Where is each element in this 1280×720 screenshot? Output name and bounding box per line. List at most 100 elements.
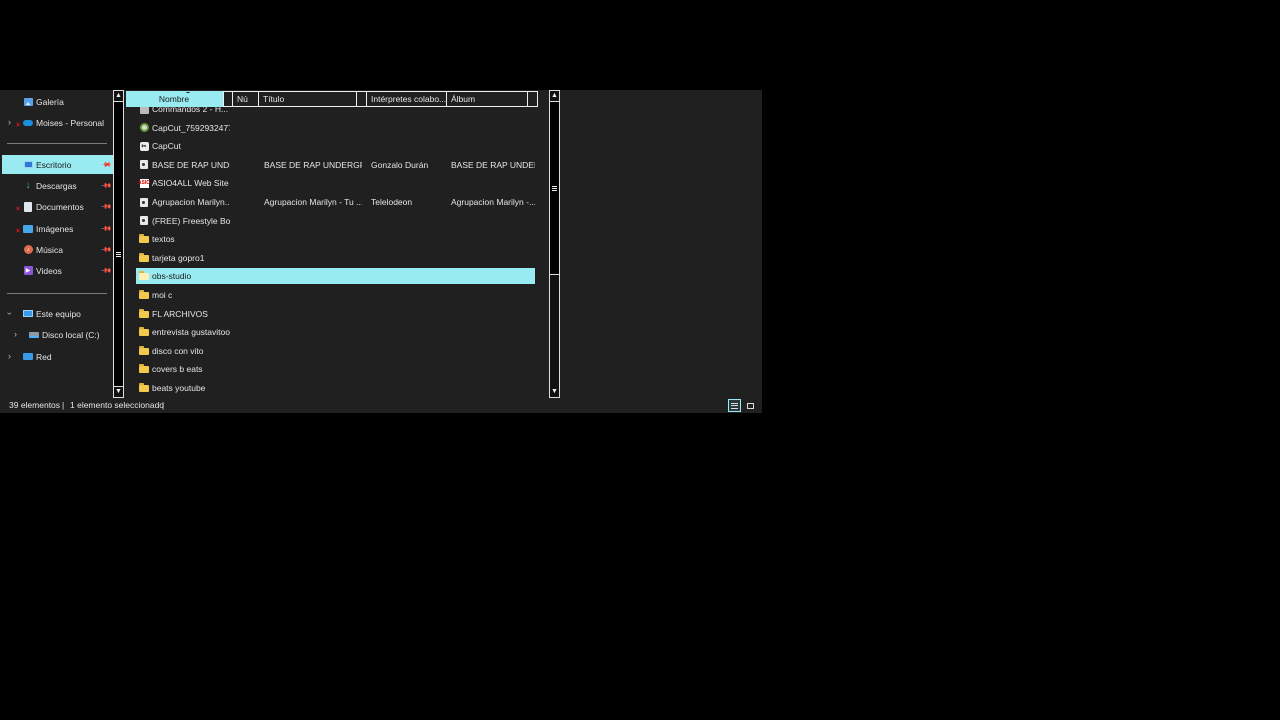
nav-item-documents[interactable]: × Documentos 📌: [2, 197, 113, 216]
sync-error-icon: ×: [16, 228, 21, 235]
file-name: textos: [152, 234, 175, 245]
folder-row[interactable]: tarjeta gopro1: [136, 250, 535, 266]
folder-icon: [139, 308, 149, 319]
file-name: FL ARCHIVOS: [152, 308, 208, 319]
file-row[interactable]: ASIO ASIO4ALL Web Site: [136, 175, 535, 191]
column-title-label: Título: [263, 94, 285, 104]
file-album: Agrupacion Marilyn -...: [451, 197, 535, 207]
file-title: Agrupacion Marilyn - Tu ...: [264, 197, 362, 207]
nav-scroll-thumb[interactable]: [114, 101, 123, 387]
nav-item-pictures[interactable]: × Imágenes 📌: [2, 219, 113, 238]
folder-row[interactable]: FL ARCHIVOS: [136, 306, 535, 322]
file-name: beats youtube: [152, 383, 206, 393]
capcut-icon: ✂: [139, 141, 149, 151]
folder-row[interactable]: textos: [136, 231, 535, 247]
column-spacer[interactable]: [528, 91, 538, 107]
file-list: Commandos 2 - H... CapCut_7592932477... ✂C…: [126, 107, 546, 398]
nav-item-videos[interactable]: ▶ Videos 📌: [2, 261, 113, 280]
file-name: BASE DE RAP UNDE...: [152, 159, 230, 170]
folder-row[interactable]: obs-studio: [136, 268, 535, 285]
column-artists-label: Intérpretes colabo...: [371, 94, 447, 104]
audio-file-icon: [139, 197, 149, 207]
file-artists: Gonzalo Durán: [371, 159, 429, 170]
nav-scrollbar[interactable]: ▲ ▼: [113, 90, 124, 398]
nav-item-music[interactable]: ♪ Música 📌: [2, 240, 113, 259]
folder-row[interactable]: moi c: [136, 287, 535, 303]
pictures-icon: [23, 224, 33, 234]
nav-item-desktop[interactable]: Escritorio 📌: [2, 155, 113, 174]
scroll-up-arrow-icon[interactable]: ▲: [550, 91, 559, 101]
drive-icon: [29, 330, 39, 340]
desktop-icon: [23, 160, 33, 170]
column-name-label: Nombre: [158, 94, 190, 104]
nav-item-gallery[interactable]: Galería: [2, 92, 113, 111]
file-name: Agrupacion Marilyn...: [152, 197, 230, 207]
folder-icon: [139, 327, 149, 337]
file-name: ASIO4ALL Web Site: [152, 178, 229, 189]
folder-icon: [139, 383, 149, 393]
column-header: ▲ Nombre Nú Título Intérpretes colabo...…: [126, 91, 538, 107]
file-name: disco con vito: [152, 345, 204, 356]
chevron-right-icon[interactable]: ›: [8, 352, 11, 361]
nav-item-label: Galería: [36, 96, 64, 107]
file-row[interactable]: CapCut_7592932477...: [136, 120, 535, 136]
nav-item-network[interactable]: › Red: [2, 347, 113, 366]
nav-item-label: Descargas: [36, 180, 77, 191]
folder-row[interactable]: entrevista gustavitoo: [136, 324, 535, 340]
file-list-scrollbar[interactable]: ▲ ▼: [549, 90, 560, 398]
file-row[interactable]: ✂ CapCut: [136, 138, 535, 154]
column-title[interactable]: Título: [259, 91, 357, 107]
column-name[interactable]: ▲ Nombre: [126, 91, 223, 107]
column-number[interactable]: Nú: [233, 91, 259, 107]
nav-item-label: Este equipo: [36, 308, 81, 319]
item-count: 39 elementos: [9, 400, 61, 410]
column-spacer[interactable]: [223, 91, 233, 107]
chevron-right-icon[interactable]: ›: [8, 118, 11, 127]
status-divider: |: [162, 400, 165, 410]
nav-item-downloads[interactable]: ↓ Descargas 📌: [2, 176, 113, 195]
file-row[interactable]: BASE DE RAP UNDE... BASE DE RAP UNDERGRO.…: [136, 157, 535, 173]
nav-item-label: Escritorio: [36, 159, 72, 170]
audio-file-icon: [139, 160, 149, 170]
file-scroll-thumb[interactable]: [550, 101, 559, 275]
nav-item-label: Música: [36, 244, 63, 255]
file-row[interactable]: Agrupacion Marilyn... Agrupacion Marilyn …: [136, 194, 535, 210]
folder-icon: [139, 252, 149, 263]
nav-divider: [7, 143, 107, 144]
folder-icon: [139, 364, 149, 374]
chevron-down-icon[interactable]: ›: [5, 312, 15, 315]
details-view-button[interactable]: [728, 399, 741, 412]
pin-icon: 📌: [100, 223, 112, 235]
nav-item-label: Red: [36, 351, 52, 362]
grip-icon: [552, 186, 557, 191]
nav-item-this-pc[interactable]: › Este equipo: [2, 304, 113, 323]
file-row[interactable]: (FREE) Freestyle Bo...: [136, 213, 535, 229]
column-artists[interactable]: Intérpretes colabo...: [367, 91, 447, 107]
this-pc-icon: [23, 309, 33, 319]
nav-item-local-disk[interactable]: › Disco local (C:): [2, 325, 113, 344]
scroll-up-arrow-icon[interactable]: ▲: [114, 91, 123, 101]
scroll-down-arrow-icon[interactable]: ▼: [550, 387, 559, 397]
videos-icon: ▶: [23, 266, 33, 276]
folder-row[interactable]: covers b eats: [136, 361, 535, 377]
nav-item-onedrive[interactable]: › × Moises - Personal: [2, 113, 113, 132]
nav-item-label: Videos: [36, 265, 62, 276]
onedrive-cloud-icon: [23, 118, 33, 128]
audio-file-icon: [139, 216, 149, 226]
chevron-right-icon[interactable]: ›: [14, 330, 17, 339]
column-spacer[interactable]: [357, 91, 367, 107]
scroll-down-arrow-icon[interactable]: ▼: [114, 387, 123, 397]
file-name: tarjeta gopro1: [152, 252, 205, 263]
status-divider: |: [62, 400, 65, 410]
column-album[interactable]: Álbum: [447, 91, 528, 107]
file-name: entrevista gustavitoo: [152, 327, 230, 338]
file-row[interactable]: Commandos 2 - H...: [136, 107, 535, 117]
file-album: BASE DE RAP UNDER...: [451, 159, 535, 170]
folder-row[interactable]: beats youtube: [136, 380, 535, 396]
nav-item-label: Moises - Personal: [36, 117, 105, 128]
sync-error-icon: ×: [16, 206, 21, 213]
pin-icon: 📌: [100, 159, 112, 171]
large-icons-view-button[interactable]: [744, 399, 757, 412]
sync-error-icon: ×: [16, 122, 21, 129]
folder-row[interactable]: disco con vito: [136, 343, 535, 359]
